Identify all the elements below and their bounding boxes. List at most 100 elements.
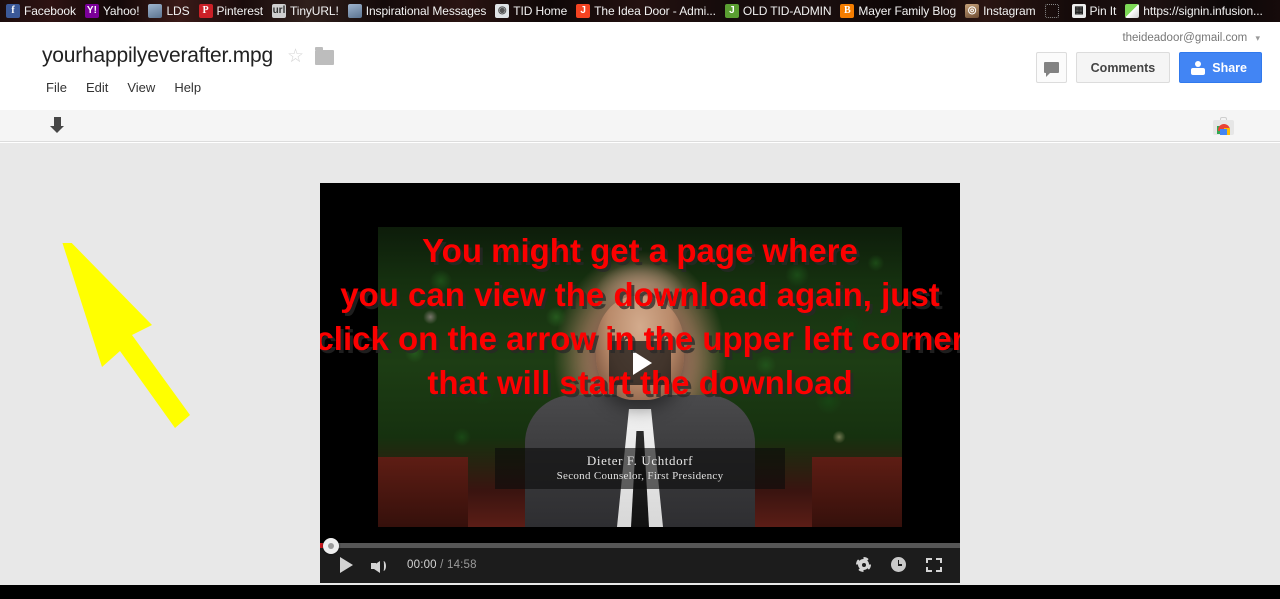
move-to-folder-icon[interactable] [315,47,335,65]
bookmark-facebook[interactable]: f Facebook [3,1,82,21]
bookmark-label: TID Home [513,4,568,18]
volume-button[interactable] [371,558,389,573]
menu-view[interactable]: View [127,78,166,97]
bookmark-label: Instagram [983,4,1036,18]
star-icon-wrapper[interactable]: ☆ [287,47,304,66]
download-icon[interactable] [48,116,66,135]
bookmark-yahoo[interactable]: Y! Yahoo! [82,1,146,21]
bookmark-infusionsoft-signin[interactable]: https://signin.infusion... [1122,1,1268,21]
bookmark-pinterest[interactable]: P Pinterest [196,1,269,21]
bookmark-label: Inspirational Messages [365,4,487,18]
lds-icon [148,4,163,18]
instagram-icon: ◎ [965,4,980,18]
bookmark-inspirational-messages[interactable]: Inspirational Messages [345,1,493,21]
bookmark-the-idea-door-admin[interactable]: J The Idea Door - Admi... [573,1,722,21]
pinterest-icon: P [198,4,213,18]
share-button-label: Share [1212,60,1247,75]
blogger-icon: B [840,4,855,18]
viewer-canvas: Dieter F. Uchtdorf Second Counselor, Fir… [0,143,1280,585]
settings-gear-icon[interactable] [856,557,871,572]
google-blue-shape [1220,129,1227,135]
menu-file[interactable]: File [46,78,78,97]
pin-it-icon: ▦ [1071,4,1086,18]
play-button[interactable] [340,557,353,573]
player-controls-right [856,557,942,572]
person-add-icon [1191,60,1206,75]
bookmark-mayer-family-blog[interactable]: B Mayer Family Blog [837,1,962,21]
info-icon[interactable] [891,557,906,572]
fullscreen-icon[interactable] [926,557,942,572]
progress-bar[interactable] [320,538,960,554]
bookmark-blank[interactable] [1042,1,1069,21]
bookmark-label: Yahoo! [102,4,140,18]
podium-right [812,457,902,527]
inspirational-messages-icon [347,4,362,18]
drive-viewer-header: yourhappilyeverafter.mpg ☆ File Edit Vie… [0,22,1280,110]
duration: 14:58 [446,559,477,571]
document-title-row: yourhappilyeverafter.mpg ☆ [42,44,335,68]
viewer-toolbar [0,110,1280,142]
bookmark-lds[interactable]: LDS [145,1,195,21]
menu-edit[interactable]: Edit [86,78,119,97]
center-play-button[interactable] [609,341,671,385]
browser-window: f Facebook Y! Yahoo! LDS P Pinterest url… [0,0,1280,599]
comment-icon-button[interactable] [1035,52,1067,83]
podium-left [378,457,468,527]
caption-speaker-name: Dieter F. Uchtdorf [586,453,694,468]
bookmarks-bar: f Facebook Y! Yahoo! LDS P Pinterest url… [0,0,1280,22]
bookmark-instagram[interactable]: ◎ Instagram [962,1,1041,21]
bookmark-label: Pinterest [216,4,264,18]
yahoo-icon: Y! [84,4,99,18]
video-caption: Dieter F. Uchtdorf Second Counselor, Fir… [495,448,785,489]
bookmark-label: LDS [166,4,190,18]
progress-scrubber-handle[interactable] [323,538,339,554]
star-icon: ☆ [287,45,305,67]
video-stage[interactable]: Dieter F. Uchtdorf Second Counselor, Fir… [320,183,960,543]
fullscreen-corner-bl [926,566,932,572]
bookmark-tid-home[interactable]: ◉ TID Home [492,1,573,21]
account-email[interactable]: theideadoor@gmail.com ▾ [1122,32,1260,44]
infusionsoft-icon [1125,4,1140,18]
header-actions: Comments Share [1035,52,1262,83]
volume-icon-cone [371,560,380,573]
download-icon-head [50,126,64,133]
empty-bookmark-icon [1044,4,1059,18]
player-controls: 00:00 / 14:58 [320,538,960,583]
facebook-icon: f [6,4,20,18]
volume-icon-wave [381,560,386,571]
bookmark-label: TinyURL! [289,4,339,18]
tinyurl-icon: url [271,4,286,18]
play-triangle-icon [633,351,652,375]
current-time: 00:00 [407,559,437,571]
briefcase-body [1213,120,1234,135]
open-with-app-icon[interactable] [1213,116,1234,135]
joomla-green-icon: J [724,4,739,18]
bookmark-pin-it[interactable]: ▦ Pin It [1069,1,1123,21]
joomla-icon: J [576,4,591,18]
menu-bar: File Edit View Help [46,78,220,97]
time-separator: / [436,559,447,571]
share-button[interactable]: Share [1179,52,1262,83]
fullscreen-corner-br [936,566,942,572]
bookmark-label: Mayer Family Blog [858,4,957,18]
comments-button[interactable]: Comments [1075,52,1171,83]
fullscreen-corner-tr [936,557,942,563]
bookmark-label: Pin It [1089,4,1117,18]
chevron-down-icon: ▾ [1255,33,1260,43]
yellow-annotation-arrow [62,243,190,428]
player-controls-left: 00:00 / 14:58 [340,557,477,573]
comments-button-label: Comments [1090,60,1156,75]
page-title: yourhappilyeverafter.mpg [42,44,273,67]
speech-bubble-icon [1043,62,1059,77]
bottom-bar [0,585,1280,599]
video-player: Dieter F. Uchtdorf Second Counselor, Fir… [320,183,960,583]
menu-help[interactable]: Help [174,78,212,97]
bookmark-old-tid-admin[interactable]: J OLD TID-ADMIN [722,1,837,21]
tid-home-icon: ◉ [495,4,510,18]
bookmark-label: The Idea Door - Admi... [594,4,716,18]
bookmark-label: https://signin.infusion... [1143,4,1263,18]
bookmark-tinyurl[interactable]: url TinyURL! [269,1,345,21]
bookmark-label: OLD TID-ADMIN [742,4,832,18]
bookmark-label: Facebook [24,4,76,18]
account-email-text: theideadoor@gmail.com [1122,32,1248,44]
